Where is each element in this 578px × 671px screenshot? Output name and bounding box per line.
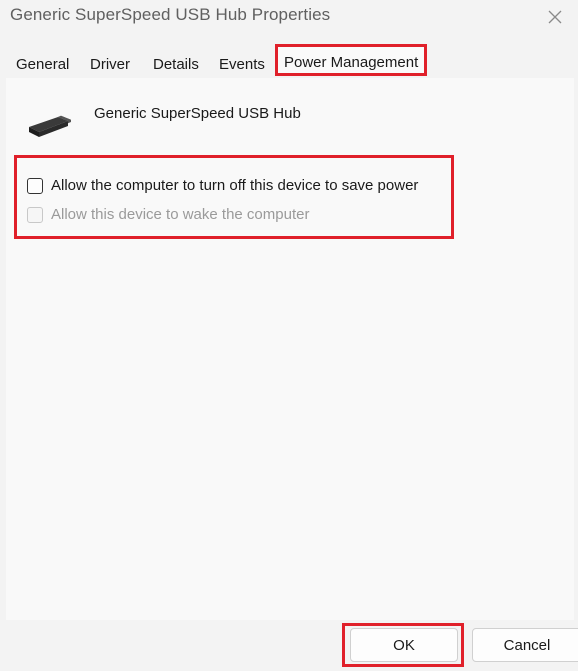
tab-general[interactable]: General [16,56,69,73]
close-button[interactable] [532,0,578,34]
ok-button[interactable]: OK [350,628,458,662]
allow-wake-checkbox [27,206,43,223]
title-bar: Generic SuperSpeed USB Hub Properties [0,0,578,34]
usb-plug-icon [24,104,72,144]
allow-turn-off-label[interactable]: Allow the computer to turn off this devi… [51,177,418,194]
allow-turn-off-option[interactable]: Allow the computer to turn off this devi… [27,177,418,194]
power-options-group [14,155,454,239]
tab-events[interactable]: Events [219,56,265,73]
close-icon [548,10,562,24]
device-name: Generic SuperSpeed USB Hub [94,105,301,122]
tab-power-management[interactable]: Power Management [275,44,428,76]
allow-wake-option: Allow this device to wake the computer [27,206,309,223]
tab-details[interactable]: Details [153,56,199,73]
allow-turn-off-checkbox[interactable] [27,177,43,194]
tab-driver[interactable]: Driver [90,56,130,73]
window-title: Generic SuperSpeed USB Hub Properties [10,5,331,24]
cancel-button[interactable]: Cancel [472,628,578,662]
allow-wake-label: Allow this device to wake the computer [51,206,310,223]
tab-bar: General Driver Details Events Power Mana… [0,44,578,78]
